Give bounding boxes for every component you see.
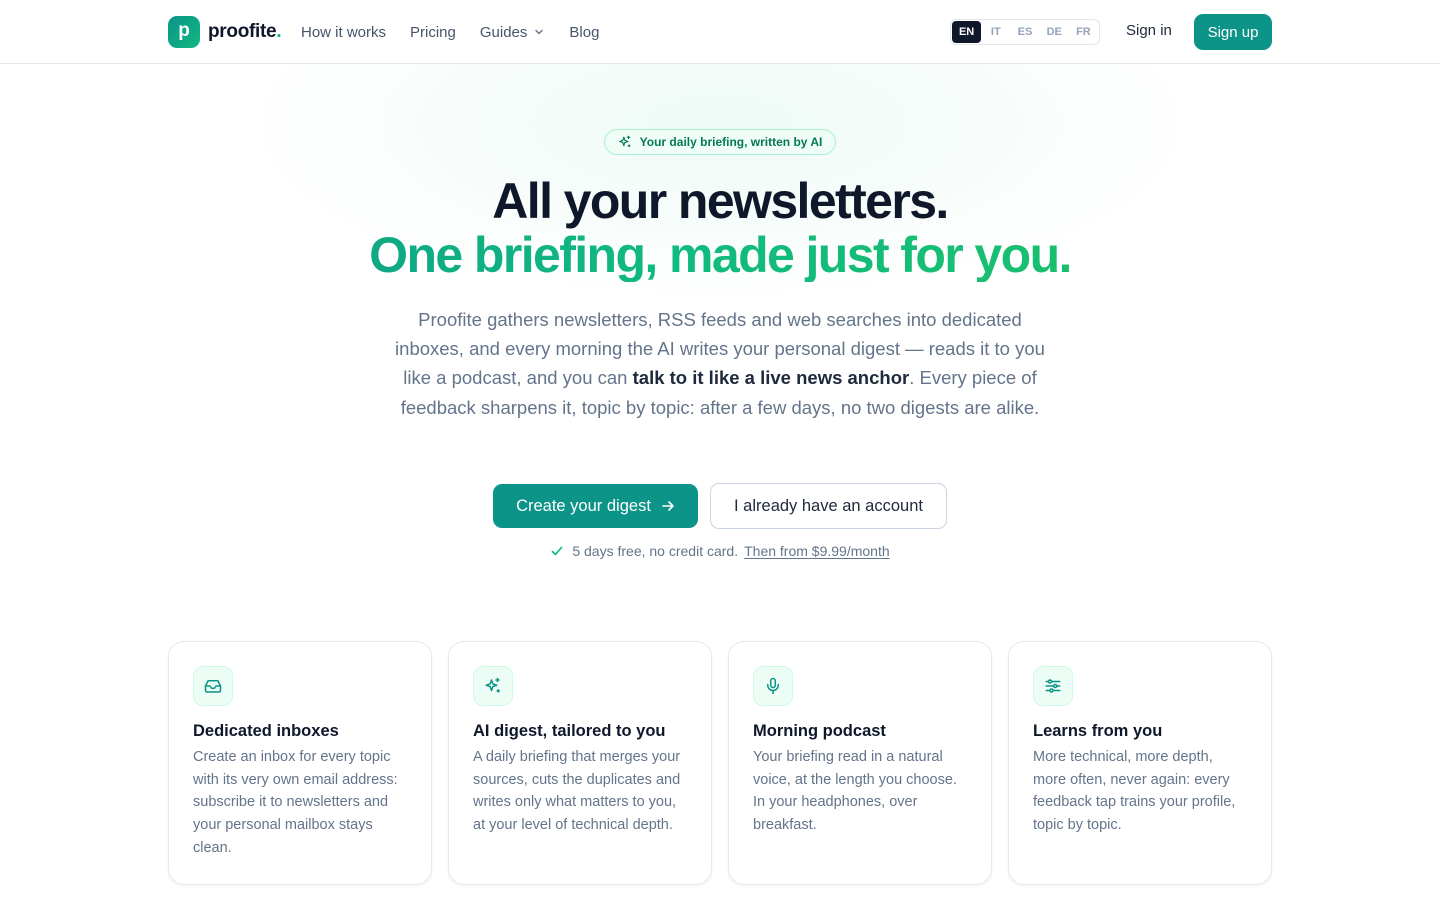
feature-description: Your briefing read in a natural voice, a… [753, 749, 957, 834]
feature-title: Dedicated inboxes [193, 722, 339, 740]
main-nav: How it works Pricing Guides Blog [301, 0, 623, 64]
language-option-fr[interactable]: FR [1069, 21, 1098, 43]
nav-link-guides-label: Guides [479, 23, 528, 41]
create-digest-label: Create your digest [516, 496, 651, 515]
chevron-down-icon [533, 26, 545, 38]
nav-link-blog[interactable]: Blog [569, 24, 599, 41]
top-navbar: p proofite. How it works Pricing Guides … [0, 0, 1440, 64]
nav-link-how-it-works[interactable]: How it works [301, 24, 386, 41]
hero-title-line-1: All your newsletters. [492, 173, 949, 229]
inbox-icon [193, 666, 233, 706]
feature-title: Morning podcast [753, 722, 886, 740]
feature-card-learns-from-you: Learns from you More technical, more dep… [1008, 641, 1272, 885]
brand-dot: . [276, 21, 282, 42]
language-switcher: EN IT ES DE FR [950, 19, 1100, 45]
sparkles-icon [618, 135, 632, 149]
logo-mark: p [168, 16, 200, 48]
nav-link-guides[interactable]: Guides [480, 24, 546, 41]
hero-title-line-2: One briefing, made just for you. [0, 228, 1440, 282]
feature-title: AI digest, tailored to you [473, 722, 666, 740]
microphone-icon [753, 666, 793, 706]
feature-card-dedicated-inboxes: Dedicated inboxes Create an inbox for ev… [168, 641, 432, 885]
brand-name: proofite. [208, 21, 282, 43]
create-digest-button[interactable]: Create your digest [493, 484, 698, 528]
brand-name-text: proofite [208, 21, 277, 42]
hero-badge-text: Your daily briefing, written by AI [639, 135, 823, 149]
language-option-es[interactable]: ES [1010, 21, 1039, 43]
sign-up-button[interactable]: Sign up [1194, 14, 1272, 50]
existing-account-button[interactable]: I already have an account [710, 483, 947, 529]
hero-badge: Your daily briefing, written by AI [604, 129, 836, 155]
hero-title: All your newsletters. One briefing, made… [0, 174, 1440, 282]
language-option-de[interactable]: DE [1040, 21, 1069, 43]
arrow-right-icon [661, 499, 675, 513]
feature-description: Create an inbox for every topic with its… [193, 749, 398, 856]
feature-title: Learns from you [1033, 722, 1163, 740]
brand-logo-link[interactable]: p proofite. [168, 16, 282, 48]
sign-in-link[interactable]: Sign in [1126, 22, 1172, 39]
nav-link-pricing[interactable]: Pricing [410, 24, 456, 41]
trial-note: 5 days free, no credit card. Then from $… [0, 541, 1440, 561]
check-icon [550, 544, 564, 558]
feature-description: More technical, more depth, more often, … [1033, 749, 1236, 834]
feature-description: A daily briefing that merges your source… [473, 749, 681, 834]
language-option-en[interactable]: EN [952, 21, 982, 43]
hero-description-highlight: talk to it like a live news anchor [632, 367, 910, 389]
language-option-it[interactable]: IT [981, 21, 1010, 43]
sliders-icon [1033, 666, 1073, 706]
trial-text: 5 days free, no credit card. [572, 543, 739, 559]
hero-description: Proofite gathers newsletters, RSS feeds … [386, 305, 1054, 422]
pricing-link[interactable]: Then from $9.99/month [744, 543, 890, 559]
feature-card-morning-podcast: Morning podcast Your briefing read in a … [728, 641, 992, 885]
feature-card-ai-digest: AI digest, tailored to you A daily brief… [448, 641, 712, 885]
sparkles-icon [473, 666, 513, 706]
